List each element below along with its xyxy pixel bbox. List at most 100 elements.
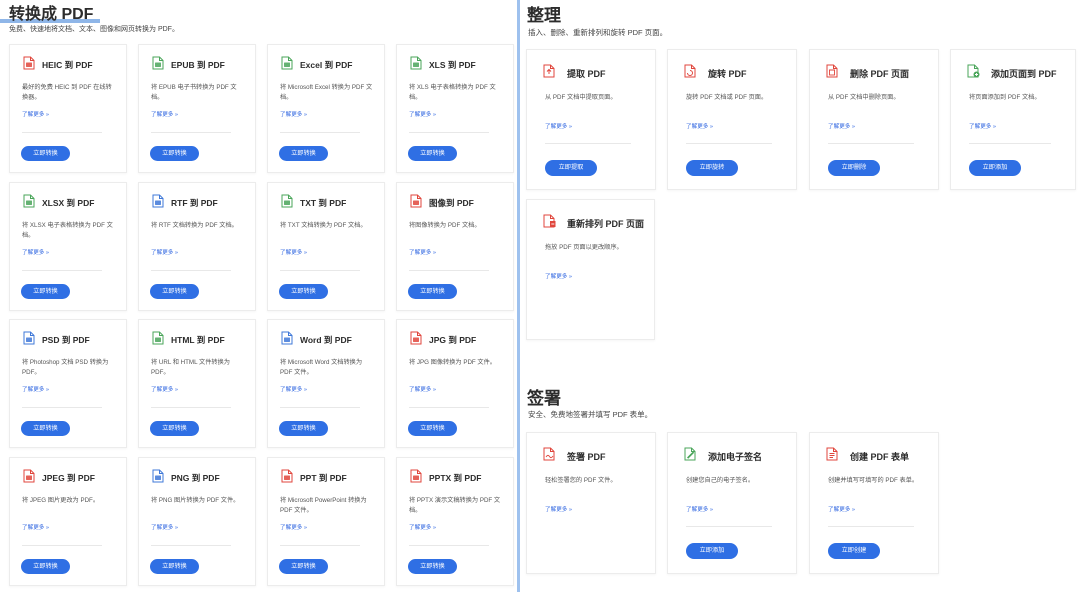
card-description: 将 PNG 图片转换为 PDF 文件。 <box>151 497 240 504</box>
action-button[interactable]: 立即转换 <box>150 559 199 574</box>
action-button[interactable]: 立即转换 <box>150 146 199 161</box>
file-type-icon <box>409 469 423 483</box>
card-description: 将 PPTX 演示文稿转换为 PDF 文档。 <box>409 497 501 514</box>
card-description: 从 PDF 文档中删除页面。 <box>828 94 900 101</box>
learn-more-link[interactable]: 了解更多 » <box>280 110 307 118</box>
tool-card-txt-pdf[interactable]: TXT 到 PDF 将 TXT 文档转换为 PDF 文档。 了解更多 » 立即转换 <box>267 182 385 311</box>
tool-card-html-pdf[interactable]: HTML 到 PDF 将 URL 和 HTML 文件转换为 PDF。 了解更多 » 立… <box>138 319 256 448</box>
learn-more-link[interactable]: 了解更多 » <box>280 385 307 393</box>
card-description: 将 Microsoft Word 文档转换为 PDF 文件。 <box>280 359 363 376</box>
card-title: HEIC 到 PDF <box>42 60 93 70</box>
learn-more-link[interactable]: 了解更多 » <box>22 110 49 118</box>
extract-icon <box>542 64 558 80</box>
learn-more-link[interactable]: 了解更多 » <box>409 110 436 118</box>
tool-card-pdf[interactable]: 删除 PDF 页面从 PDF 文档中删除页面。 了解更多 » 立即删除 <box>809 49 939 190</box>
learn-more-link[interactable]: 了解更多 » <box>545 505 572 513</box>
action-button[interactable]: 立即转换 <box>21 559 70 574</box>
learn-more-link[interactable]: 了解更多 » <box>151 385 178 393</box>
card-title: XLSX 到 PDF <box>42 198 95 208</box>
learn-more-link[interactable]: 了解更多 » <box>22 523 49 531</box>
tool-card-psd-pdf[interactable]: PSD 到 PDF 将 Photoshop 文档 PSD 转换为 PDF。 了解更多… <box>9 319 127 448</box>
tool-card-rtf-pdf[interactable]: RTF 到 PDF 将 RTF 文档转换为 PDF 文档。 了解更多 » 立即转换 <box>138 182 256 311</box>
action-button[interactable]: 立即转换 <box>21 284 70 299</box>
action-button[interactable]: 立即转换 <box>21 146 70 161</box>
file-type-icon <box>22 469 36 483</box>
card-description: 将 Photoshop 文档 PSD 转换为 PDF。 <box>22 359 109 376</box>
tool-card-heic-pdf[interactable]: HEIC 到 PDF 最好的免费 HEIC 到 PDF 在线转换器。 了解更多 » 立… <box>9 44 127 173</box>
card-description: 拖放 PDF 页面以更改顺序。 <box>545 244 623 251</box>
learn-more-link[interactable]: 了解更多 » <box>151 248 178 256</box>
tool-card-pptx-pdf[interactable]: PPTX 到 PDF 将 PPTX 演示文稿转换为 PDF 文档。 了解更多 » 立即… <box>396 457 514 586</box>
learn-more-link[interactable]: 了解更多 » <box>151 523 178 531</box>
tool-card-pdf[interactable]: 签署 PDF 轻松签署您的 PDF 文件。 了解更多 » <box>526 432 656 574</box>
learn-more-link[interactable]: 了解更多 » <box>409 248 436 256</box>
action-button[interactable]: 立即旋转 <box>686 160 738 176</box>
organize-sign-panel: 整理 插入、删除、重新排列和旋转 PDF 页面。 提取 PDF 从 PDF 文档中… <box>520 0 1080 592</box>
action-button[interactable]: 立即创建 <box>828 543 880 559</box>
action-button[interactable]: 立即转换 <box>408 146 457 161</box>
card-title: JPG 到 PDF <box>429 335 477 345</box>
tool-card-epub-pdf[interactable]: EPUB 到 PDF 将 EPUB 电子书转换为 PDF 文档。 了解更多 » 立即转… <box>138 44 256 173</box>
action-button[interactable]: 立即转换 <box>408 284 457 299</box>
tool-card-item[interactable]: 添加电子签名 创建您自己的电子签名。 了解更多 » 立即添加 <box>667 432 797 574</box>
tool-card-pdf[interactable]: 图像到 PDF 将图像转换为 PDF 文档。 了解更多 » 立即转换 <box>396 182 514 311</box>
card-divider <box>409 545 489 546</box>
delete-page-icon <box>825 64 841 80</box>
card-description: 将 XLS 电子表格转换为 PDF 文档。 <box>409 84 496 101</box>
tool-card-word-pdf[interactable]: Word 到 PDF 将 Microsoft Word 文档转换为 PDF 文件。… <box>267 319 385 448</box>
file-type-icon <box>22 331 36 345</box>
tool-card-jpg-pdf[interactable]: JPG 到 PDF 将 JPG 图像转换为 PDF 文件。 了解更多 » 立即转换 <box>396 319 514 448</box>
card-title: 重新排列 PDF 页面 <box>567 219 645 229</box>
tool-card-pdf[interactable]: 旋转 PDF 旋转 PDF 文档或 PDF 页面。 了解更多 » 立即旋转 <box>667 49 797 190</box>
learn-more-link[interactable]: 了解更多 » <box>686 505 713 513</box>
learn-more-link[interactable]: 了解更多 » <box>151 110 178 118</box>
learn-more-link[interactable]: 了解更多 » <box>686 122 713 130</box>
card-divider <box>409 270 489 271</box>
tool-card-excel-pdf[interactable]: Excel 到 PDF 将 Microsoft Excel 转换为 PDF 文档。… <box>267 44 385 173</box>
card-title: TXT 到 PDF <box>300 198 347 208</box>
action-button[interactable]: 立即添加 <box>686 543 738 559</box>
learn-more-link[interactable]: 了解更多 » <box>828 505 855 513</box>
tool-card-pdf[interactable]: 重新排列 PDF 页面拖放 PDF 页面以更改顺序。 了解更多 » <box>526 199 655 340</box>
learn-more-link[interactable]: 了解更多 » <box>828 122 855 130</box>
action-button[interactable]: 立即转换 <box>279 146 328 161</box>
action-button[interactable]: 立即转换 <box>150 284 199 299</box>
tool-card-ppt-pdf[interactable]: PPT 到 PDF 将 Microsoft PowerPoint 转换为 PDF … <box>267 457 385 586</box>
reorder-icon <box>542 214 558 230</box>
learn-more-link[interactable]: 了解更多 » <box>409 523 436 531</box>
tool-card-pdf[interactable]: 创建 PDF 表单 创建并填写可填写的 PDF 表单。 了解更多 » 立即创建 <box>809 432 939 574</box>
learn-more-link[interactable]: 了解更多 » <box>545 122 572 130</box>
learn-more-link[interactable]: 了解更多 » <box>280 248 307 256</box>
action-button[interactable]: 立即转换 <box>408 559 457 574</box>
action-button[interactable]: 立即转换 <box>21 421 70 436</box>
action-button[interactable]: 立即提取 <box>545 160 597 176</box>
file-type-icon <box>409 331 423 345</box>
card-divider <box>828 526 914 527</box>
action-button[interactable]: 立即转换 <box>408 421 457 436</box>
card-divider <box>686 526 772 527</box>
action-button[interactable]: 立即转换 <box>279 559 328 574</box>
tool-card-xls-pdf[interactable]: XLS 到 PDF 将 XLS 电子表格转换为 PDF 文档。 了解更多 » 立即转换 <box>396 44 514 173</box>
card-divider <box>22 407 102 408</box>
card-title: 签署 PDF <box>567 452 606 462</box>
learn-more-link[interactable]: 了解更多 » <box>22 385 49 393</box>
action-button[interactable]: 立即添加 <box>969 160 1021 176</box>
card-divider <box>151 270 231 271</box>
learn-more-link[interactable]: 了解更多 » <box>969 122 996 130</box>
tool-card-pdf[interactable]: 提取 PDF 从 PDF 文档中提取页面。 了解更多 » 立即提取 <box>526 49 656 190</box>
tool-card-xlsx-pdf[interactable]: XLSX 到 PDF 将 XLSX 电子表格转换为 PDF 文档。 了解更多 » 立即… <box>9 182 127 311</box>
card-description: 将 EPUB 电子书转换为 PDF 文档。 <box>151 84 237 101</box>
rotate-icon <box>683 64 699 80</box>
card-description: 创建并填写可填写的 PDF 表单。 <box>828 477 919 484</box>
tool-card-pdf[interactable]: 添加页面到 PDF 将页面添加到 PDF 文档。 了解更多 » 立即添加 <box>950 49 1076 190</box>
action-button[interactable]: 立即删除 <box>828 160 880 176</box>
learn-more-link[interactable]: 了解更多 » <box>409 385 436 393</box>
tool-card-jpeg-pdf[interactable]: JPEG 到 PDF 将 JPEG 图片更改为 PDF。 了解更多 » 立即转换 <box>9 457 127 586</box>
action-button[interactable]: 立即转换 <box>150 421 199 436</box>
action-button[interactable]: 立即转换 <box>279 421 328 436</box>
learn-more-link[interactable]: 了解更多 » <box>280 523 307 531</box>
learn-more-link[interactable]: 了解更多 » <box>545 272 572 280</box>
tool-card-png-pdf[interactable]: PNG 到 PDF 将 PNG 图片转换为 PDF 文件。 了解更多 » 立即转换 <box>138 457 256 586</box>
action-button[interactable]: 立即转换 <box>279 284 328 299</box>
learn-more-link[interactable]: 了解更多 » <box>22 248 49 256</box>
